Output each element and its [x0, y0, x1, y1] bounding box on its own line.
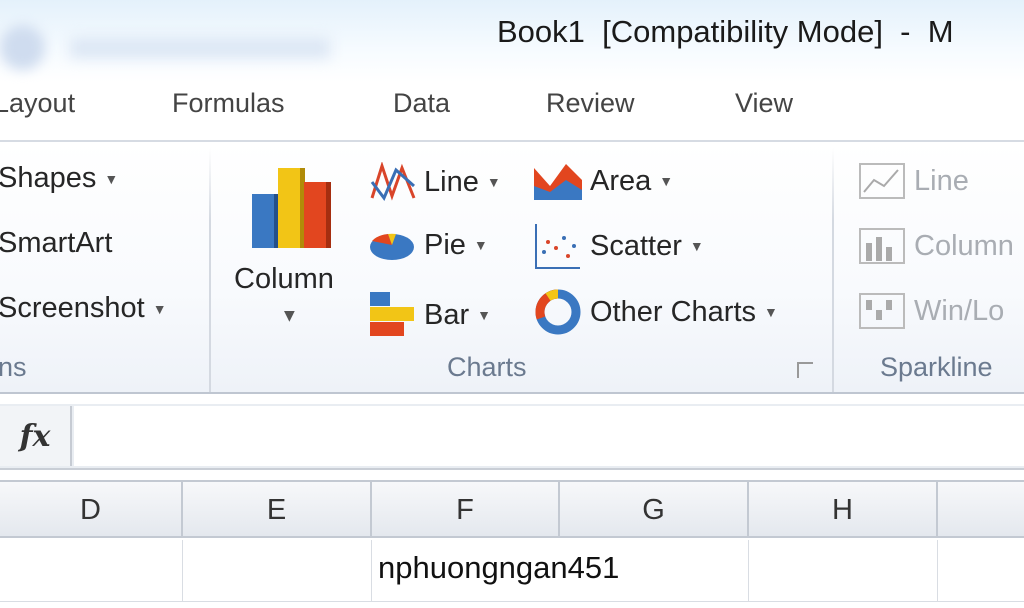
sparkline-column-label: Column: [914, 229, 1014, 262]
chevron-down-icon: ▼: [659, 173, 674, 189]
bar-chart-icon: [370, 292, 414, 336]
sparkline-line-icon: [859, 163, 905, 199]
smartart-button[interactable]: SmartArt: [0, 227, 112, 260]
screenshot-label: Screenshot: [0, 292, 145, 324]
chevron-down-icon: ▼: [764, 304, 778, 320]
line-label: Line: [424, 165, 479, 198]
sparkline-column-button[interactable]: Column: [858, 227, 1014, 265]
quick-access-toolbar: [70, 38, 330, 58]
tab-review[interactable]: Review: [546, 88, 635, 119]
window-title: Book1 [Compatibility Mode] - M: [497, 14, 954, 49]
column-header-d[interactable]: D: [0, 482, 183, 538]
line-chart-icon: [370, 162, 416, 201]
scatter-chart-icon: [535, 224, 580, 269]
formula-input[interactable]: [74, 406, 1024, 466]
area-chart-button[interactable]: Area ▼: [534, 162, 673, 200]
sparkline-line-button[interactable]: Line: [858, 162, 969, 200]
app-icon: [0, 25, 45, 70]
tab-formulas[interactable]: Formulas: [172, 88, 285, 119]
group-label-charts: Charts: [447, 352, 527, 382]
cell-f1-value: nphuongngan451: [378, 550, 620, 585]
dialog-launcher-icon[interactable]: [797, 362, 813, 378]
chevron-down-icon: ▼: [104, 170, 119, 187]
tab-data[interactable]: Data: [393, 88, 450, 119]
pie-chart-icon: [370, 233, 414, 260]
tab-page-layout[interactable]: Layout: [0, 88, 75, 119]
sparkline-column-icon: [859, 228, 905, 264]
chevron-down-icon: ▼: [486, 174, 501, 190]
screenshot-button[interactable]: Screenshot ▼: [0, 292, 167, 325]
title-bar: Book1 [Compatibility Mode] - M: [0, 0, 1024, 82]
sparkline-winloss-icon: [859, 293, 905, 329]
other-charts-button[interactable]: Other Charts ▼: [534, 288, 778, 336]
group-label-illustrations: ns: [0, 352, 27, 382]
shapes-button[interactable]: Shapes ▼: [0, 162, 118, 195]
group-label-sparklines: Sparkline: [880, 352, 993, 382]
shapes-label: Shapes: [0, 162, 97, 194]
scatter-label: Scatter: [590, 229, 682, 262]
doughnut-chart-icon: [535, 289, 581, 335]
pie-chart-button[interactable]: Pie ▼: [368, 227, 488, 263]
column-header-f[interactable]: F: [372, 482, 560, 538]
sparkline-winloss-button[interactable]: Win/Lo: [858, 292, 1004, 330]
tab-view[interactable]: View: [735, 88, 793, 119]
column-header-i[interactable]: [938, 482, 1024, 538]
line-chart-button[interactable]: Line ▼: [370, 162, 501, 202]
bar-label: Bar: [424, 298, 470, 331]
chevron-down-icon: ▼: [152, 300, 167, 317]
column-header-h[interactable]: H: [749, 482, 938, 538]
chevron-down-icon: ▼: [477, 307, 491, 323]
group-divider: [209, 148, 211, 392]
cell-e1[interactable]: [183, 540, 372, 602]
bar-chart-button[interactable]: Bar ▼: [368, 292, 491, 338]
chevron-down-icon: ▼: [689, 238, 704, 254]
cell-i1[interactable]: [938, 540, 1024, 602]
scatter-chart-button[interactable]: Scatter ▼: [534, 222, 704, 270]
area-chart-icon: [534, 164, 582, 200]
group-divider: [832, 148, 834, 392]
sparkline-line-label: Line: [914, 164, 969, 197]
column-chart-icon: [252, 168, 331, 248]
column-chart-button[interactable]: Column ▼: [232, 158, 352, 328]
other-charts-label: Other Charts: [590, 295, 756, 328]
pie-label: Pie: [424, 228, 466, 261]
smartart-label: SmartArt: [0, 227, 113, 259]
insert-function-button[interactable]: fx: [0, 406, 72, 466]
cell-h1[interactable]: [749, 540, 938, 602]
column-header-g[interactable]: G: [560, 482, 749, 538]
column-header-e[interactable]: E: [183, 482, 372, 538]
cell-d1[interactable]: [0, 540, 183, 602]
sparkline-winloss-label: Win/Lo: [914, 294, 1005, 327]
chevron-down-icon: ▼: [284, 308, 295, 324]
column-label: Column: [234, 263, 334, 295]
area-label: Area: [590, 164, 652, 197]
chevron-down-icon: ▼: [473, 237, 488, 253]
